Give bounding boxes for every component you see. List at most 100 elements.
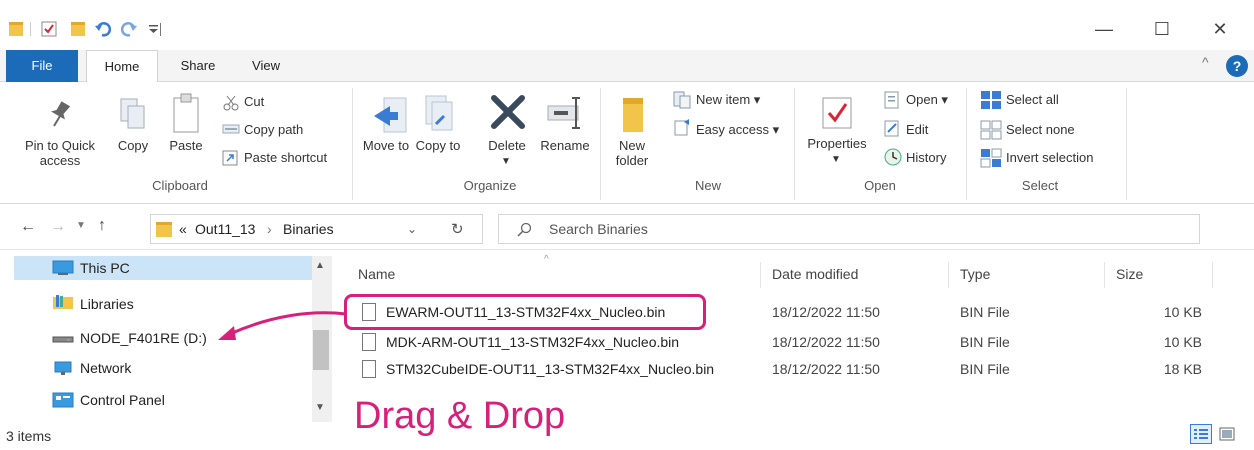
collapse-ribbon-button[interactable]: ^ — [1202, 54, 1209, 70]
new-folder-button[interactable]: New folder — [606, 138, 658, 168]
sort-indicator-icon: ^ — [544, 254, 549, 265]
edit-icon — [884, 120, 899, 137]
breadcrumb-binaries[interactable]: Binaries — [283, 221, 334, 237]
properties-dropdown-icon[interactable]: ▼ — [826, 152, 846, 167]
drag-drop-annotation: Drag & Drop — [354, 395, 566, 437]
file-name[interactable]: MDK-ARM-OUT11_13-STM32F4xx_Nucleo.bin — [386, 334, 679, 350]
new-folder-icon[interactable] — [70, 20, 88, 38]
ribbon: Pin to Quick access Copy Paste Cut Copy … — [0, 82, 1254, 204]
group-separator — [966, 88, 967, 200]
column-header-date[interactable]: Date modified — [772, 266, 858, 282]
address-dropdown-icon[interactable]: ⌄ — [407, 222, 417, 236]
close-button[interactable]: ✕ — [1200, 14, 1240, 44]
file-size: 10 KB — [1163, 304, 1202, 320]
paste-button[interactable]: Paste — [164, 138, 208, 153]
copy-to-button[interactable]: Copy to — [414, 138, 462, 153]
file-size: 18 KB — [1163, 361, 1202, 377]
column-divider[interactable] — [760, 262, 761, 288]
group-separator — [794, 88, 795, 200]
drive-icon — [52, 336, 74, 343]
copy-button[interactable]: Copy — [112, 138, 154, 153]
refresh-icon[interactable]: ↻ — [451, 220, 464, 238]
nav-item-node-f401re[interactable]: NODE_F401RE (D:) — [80, 330, 207, 346]
open-button[interactable]: Open ▾ — [906, 92, 948, 108]
rename-button[interactable]: Rename — [536, 138, 594, 153]
select-all-button[interactable]: Select all — [1006, 92, 1059, 108]
paste-icon — [173, 93, 199, 133]
large-icons-view-button[interactable] — [1216, 424, 1238, 444]
folder-icon[interactable] — [8, 20, 26, 38]
column-divider[interactable] — [1104, 262, 1105, 288]
file-date: 18/12/2022 11:50 — [772, 361, 880, 377]
nav-item-network[interactable]: Network — [80, 360, 131, 376]
new-group-label: New — [694, 178, 721, 193]
pin-to-quick-access-button[interactable]: Pin to Quick access — [18, 138, 102, 168]
address-overflow[interactable]: « — [179, 221, 187, 237]
undo-icon[interactable] — [94, 20, 112, 38]
column-divider[interactable] — [1212, 262, 1213, 288]
copy-path-icon — [222, 124, 240, 134]
scroll-down-arrow[interactable]: ▼ — [315, 402, 325, 413]
maximize-button[interactable]: ☐ — [1142, 14, 1182, 44]
select-none-button[interactable]: Select none — [1006, 122, 1075, 138]
tab-file[interactable]: File — [6, 50, 78, 82]
status-item-count: 3 items — [6, 428, 52, 444]
scroll-up-arrow[interactable]: ▲ — [315, 260, 325, 271]
nav-item-control-panel[interactable]: Control Panel — [80, 392, 165, 408]
column-header-size[interactable]: Size — [1116, 266, 1143, 282]
column-divider[interactable] — [948, 262, 949, 288]
cut-button[interactable]: Cut — [244, 94, 264, 110]
tab-home[interactable]: Home — [86, 50, 158, 83]
highlight-box — [344, 294, 706, 330]
breadcrumb-separator[interactable]: › — [267, 221, 272, 237]
up-button[interactable]: ↑ — [98, 217, 106, 235]
tab-share[interactable]: Share — [168, 50, 228, 82]
nav-item-this-pc[interactable]: This PC — [80, 260, 130, 276]
paste-shortcut-button[interactable]: Paste shortcut — [244, 150, 327, 166]
file-icon — [362, 333, 376, 351]
group-separator — [600, 88, 601, 200]
tab-view[interactable]: View — [236, 50, 296, 82]
clipboard-group-label: Clipboard — [152, 178, 208, 193]
recent-locations-button[interactable]: ▼ — [76, 220, 86, 231]
help-button[interactable]: ? — [1226, 55, 1248, 77]
invert-selection-icon — [980, 148, 1002, 168]
customize-toolbar-icon[interactable] — [146, 20, 164, 38]
search-box[interactable]: Search Binaries — [498, 214, 1200, 244]
move-to-button[interactable]: Move to — [362, 138, 410, 153]
organize-group-label: Organize — [463, 178, 517, 193]
delete-dropdown-icon[interactable]: ▼ — [496, 154, 516, 169]
open-icon — [884, 91, 899, 109]
properties-icon[interactable] — [40, 20, 58, 38]
properties-icon — [822, 97, 852, 129]
address-bar[interactable]: « Out11_13 › Binaries ⌄ ↻ — [150, 214, 483, 244]
open-group-label: Open — [864, 178, 896, 193]
breadcrumb-out11-13[interactable]: Out11_13 — [195, 221, 255, 237]
details-view-icon — [1194, 429, 1208, 439]
properties-button[interactable]: Properties — [802, 136, 872, 151]
libraries-icon — [53, 295, 73, 309]
delete-button[interactable]: Delete — [480, 138, 534, 153]
back-button[interactable]: ← — [20, 218, 36, 236]
redo-icon[interactable] — [120, 20, 138, 38]
forward-button[interactable]: → — [50, 218, 66, 236]
paste-shortcut-icon — [222, 150, 238, 166]
history-button[interactable]: History — [906, 150, 946, 166]
cut-icon — [223, 95, 239, 111]
file-date: 18/12/2022 11:50 — [772, 334, 880, 350]
column-header-name[interactable]: Name — [358, 266, 395, 282]
minimize-button[interactable]: — — [1084, 14, 1124, 44]
drag-arrow-icon — [218, 311, 347, 340]
details-view-button[interactable] — [1190, 424, 1212, 444]
edit-button[interactable]: Edit — [906, 122, 928, 138]
new-item-button[interactable]: New item ▾ — [696, 92, 760, 108]
search-icon — [517, 222, 532, 237]
file-name[interactable]: STM32CubeIDE-OUT11_13-STM32F4xx_Nucleo.b… — [386, 361, 714, 377]
invert-selection-button[interactable]: Invert selection — [1006, 150, 1093, 166]
column-header-type[interactable]: Type — [960, 266, 990, 282]
title-bar: — ☐ ✕ — [0, 0, 1254, 50]
copy-path-button[interactable]: Copy path — [244, 122, 303, 138]
search-input[interactable]: Search Binaries — [549, 221, 648, 237]
nav-item-libraries[interactable]: Libraries — [80, 296, 134, 312]
easy-access-button[interactable]: Easy access ▾ — [696, 122, 779, 138]
